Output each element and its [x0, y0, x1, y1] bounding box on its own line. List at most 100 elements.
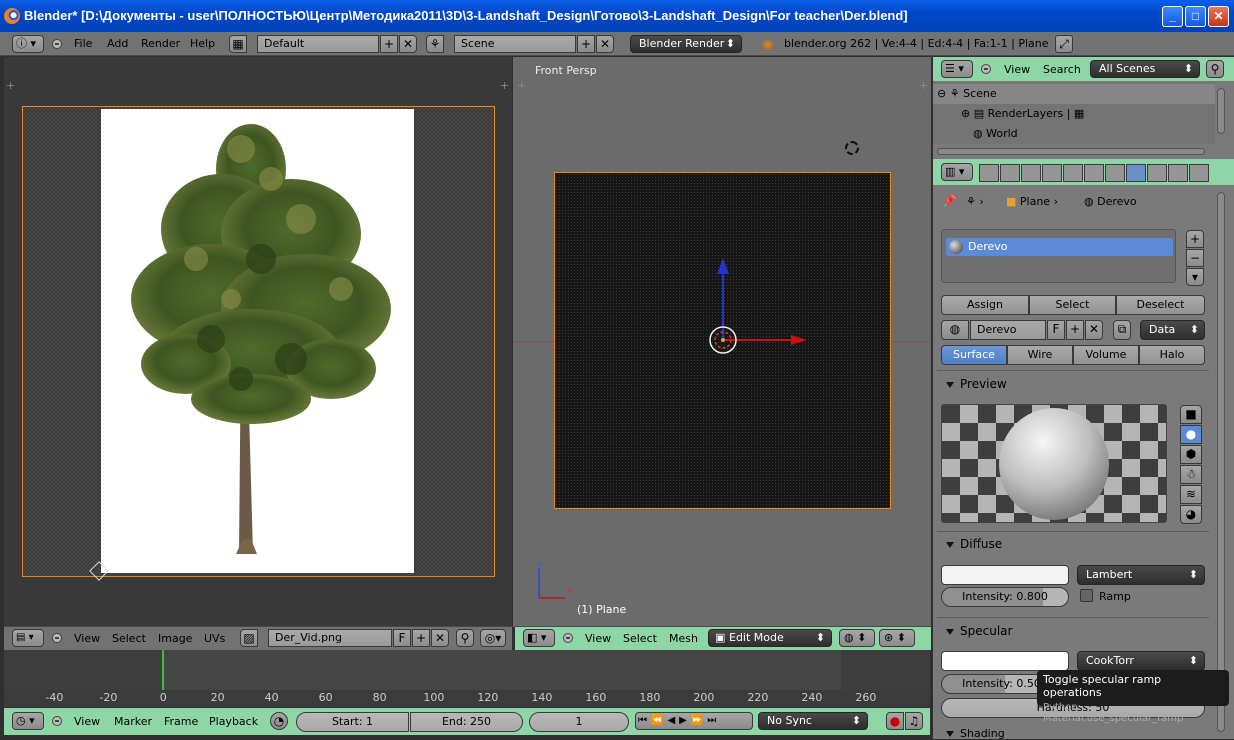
specular-panel-header[interactable]: Specular	[946, 624, 1012, 638]
editor-type-properties-icon[interactable]: ▥ ▾	[941, 163, 973, 181]
diffuse-color-swatch[interactable]	[941, 565, 1069, 585]
material-slot-item[interactable]: Derevo	[946, 238, 1173, 256]
keying-icon[interactable]: ♫	[905, 712, 923, 730]
collapse-menu-icon[interactable]	[563, 633, 573, 643]
collapse-menu-icon[interactable]	[981, 64, 991, 74]
remove-slot-icon[interactable]: −	[1186, 249, 1204, 267]
search-icon[interactable]: ⚲	[1206, 60, 1224, 78]
specular-color-swatch[interactable]	[941, 651, 1069, 671]
timeline-menu-playback[interactable]: Playback	[209, 714, 258, 730]
expand-icon[interactable]: ⊕	[961, 107, 970, 120]
material-slot-list[interactable]: Derevo	[941, 229, 1176, 283]
editor-type-info-icon[interactable]: ⓘ ▾	[12, 35, 44, 53]
breadcrumb-object[interactable]: ■ Plane ›	[1006, 195, 1058, 208]
diffuse-intensity-slider[interactable]: Intensity: 0.800	[941, 587, 1069, 607]
diffuse-panel-header[interactable]: Diffuse	[946, 537, 1002, 551]
preview-cube-icon[interactable]: ⬢	[1180, 445, 1202, 464]
tab-wire[interactable]: Wire	[1007, 345, 1073, 365]
record-icon[interactable]: ●	[886, 712, 904, 730]
world-tab-icon[interactable]	[1042, 164, 1062, 182]
menu-file[interactable]: File	[74, 36, 92, 52]
uv-canvas[interactable]	[22, 106, 495, 577]
viewport-shading-icon[interactable]: ◍ ⬍	[839, 629, 875, 647]
3d-menu-mesh[interactable]: Mesh	[669, 631, 698, 647]
uv-image-editor[interactable]: + +	[4, 57, 512, 627]
maximize-button[interactable]: □	[1185, 6, 1206, 27]
pivot-point-icon[interactable]: ⊛ ⬍	[879, 629, 915, 647]
preview-flat-icon[interactable]: ■	[1180, 405, 1202, 424]
pin-icon[interactable]: 📌	[942, 194, 957, 208]
current-frame-field[interactable]: 1	[529, 712, 629, 732]
outliner-filter-select[interactable]: All Scenes ⬍	[1090, 60, 1200, 78]
remove-scene-icon[interactable]: ✕	[596, 35, 614, 53]
unlink-material-icon[interactable]: ✕	[1085, 320, 1103, 340]
3d-menu-view[interactable]: View	[585, 631, 611, 647]
playback-controls[interactable]: ⏮⏪◀▶⏩⏭	[635, 712, 753, 730]
preview-hair-icon[interactable]: ≋	[1180, 485, 1202, 504]
slot-specials-icon[interactable]: ▾	[1186, 268, 1204, 286]
render-layers-tab-icon[interactable]	[1000, 164, 1020, 182]
add-slot-icon[interactable]: +	[1186, 230, 1204, 248]
image-fake-user-button[interactable]: F	[393, 629, 411, 647]
image-menu-image[interactable]: Image	[158, 631, 192, 647]
add-image-icon[interactable]: +	[412, 629, 430, 647]
sync-select[interactable]: No Sync ⬍	[758, 712, 868, 730]
image-menu-select[interactable]: Select	[112, 631, 146, 647]
timeline-area[interactable]	[4, 650, 930, 690]
end-frame-field[interactable]: End: 250	[410, 712, 523, 732]
timeline-menu-view[interactable]: View	[74, 714, 100, 730]
image-name-field[interactable]: Der_Vid.png	[268, 629, 392, 647]
editor-type-timeline-icon[interactable]: ◷ ▾	[12, 712, 44, 730]
current-frame-line[interactable]	[162, 650, 164, 690]
pin-icon[interactable]: ⚲	[456, 629, 474, 647]
preview-panel-header[interactable]: Preview	[946, 377, 1007, 391]
transform-manipulator[interactable]	[703, 252, 813, 362]
screen-layout-field[interactable]: Default	[257, 35, 379, 53]
material-tab-icon[interactable]	[1126, 164, 1146, 182]
3d-menu-select[interactable]: Select	[623, 631, 657, 647]
corner-plus-icon[interactable]: +	[6, 80, 15, 91]
outliner-menu-view[interactable]: View	[1004, 62, 1030, 78]
close-button[interactable]: ✕	[1208, 6, 1229, 27]
add-layout-icon[interactable]: +	[380, 35, 398, 53]
assign-button[interactable]: Assign	[941, 295, 1029, 315]
timeline-menu-marker[interactable]: Marker	[114, 714, 152, 730]
texture-tab-icon[interactable]	[1147, 164, 1167, 182]
tab-halo[interactable]: Halo	[1139, 345, 1205, 365]
outliner-row-scene[interactable]: ⊖ ⚘ Scene	[933, 84, 1215, 104]
breadcrumb-material[interactable]: ◍ Derevo	[1084, 195, 1137, 208]
editor-type-outliner-icon[interactable]: ☰ ▾	[941, 60, 973, 78]
render-tab-icon[interactable]	[979, 164, 999, 182]
3d-viewport[interactable]: Front Persp + + x z (1) Plane	[513, 57, 931, 627]
pivot-icon[interactable]: ◎▾	[480, 629, 506, 647]
minimize-button[interactable]: _	[1162, 6, 1183, 27]
modifiers-tab-icon[interactable]	[1105, 164, 1125, 182]
fullscreen-icon[interactable]: ⤢	[1055, 35, 1073, 53]
outliner-menu-search[interactable]: Search	[1043, 62, 1081, 78]
menu-render[interactable]: Render	[141, 36, 180, 52]
timeline-ruler[interactable]	[4, 690, 930, 707]
deselect-button[interactable]: Deselect	[1116, 295, 1205, 315]
scene-field[interactable]: Scene	[454, 35, 576, 53]
ramp-checkbox[interactable]	[1080, 589, 1093, 602]
add-scene-icon[interactable]: +	[577, 35, 595, 53]
image-browse-icon[interactable]: ▨	[240, 629, 258, 647]
scene-icon[interactable]: ⚘	[426, 35, 444, 53]
collapse-menu-icon[interactable]	[52, 716, 62, 726]
editor-type-3d-icon[interactable]: ◧ ▾	[523, 629, 555, 647]
menu-add[interactable]: Add	[107, 36, 128, 52]
material-link-select[interactable]: Data ⬍	[1140, 320, 1205, 340]
corner-plus-icon[interactable]: +	[517, 80, 526, 91]
diffuse-shader-select[interactable]: Lambert ⬍	[1077, 565, 1205, 585]
outliner-hscrollbar[interactable]	[937, 148, 1205, 155]
corner-plus-icon[interactable]: +	[919, 80, 928, 91]
timeline-menu-frame[interactable]: Frame	[164, 714, 198, 730]
remove-layout-icon[interactable]: ✕	[399, 35, 417, 53]
physics-tab-icon[interactable]	[1189, 164, 1209, 182]
material-fake-user-button[interactable]: F	[1047, 320, 1065, 340]
properties-scrollbar[interactable]	[1217, 192, 1225, 732]
mode-select[interactable]: ▣ Edit Mode ⬍	[708, 629, 832, 647]
collapse-menu-icon[interactable]	[52, 633, 62, 643]
collapse-menu-icon[interactable]	[52, 39, 62, 49]
scene-tab-icon[interactable]	[1021, 164, 1041, 182]
